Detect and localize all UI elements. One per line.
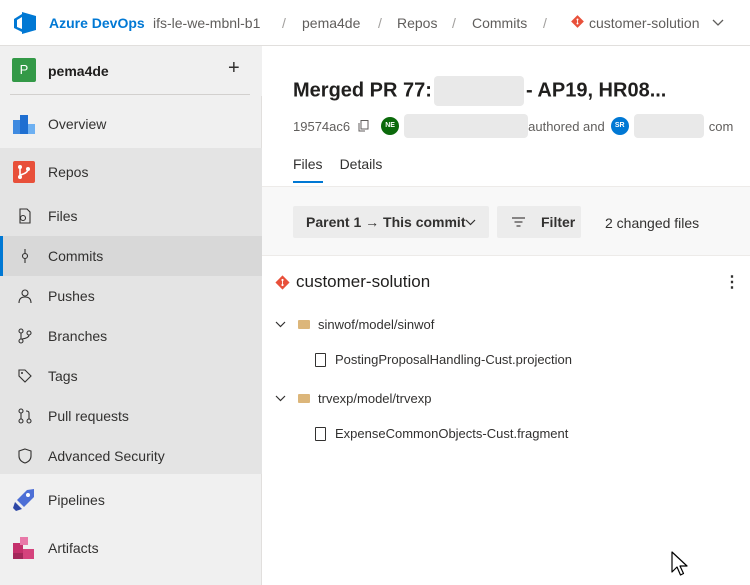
redacted-block <box>633 114 704 138</box>
breadcrumb-repos[interactable]: Repos <box>397 15 437 31</box>
file-name: ExpenseCommonObjects-Cust.fragment <box>335 426 569 441</box>
chevron-down-icon[interactable] <box>712 16 724 28</box>
sidebar-item-label: Pushes <box>48 288 95 304</box>
breadcrumb-separator: / <box>452 15 456 31</box>
author-avatar[interactable]: NE <box>381 117 400 135</box>
mouse-cursor-icon <box>671 551 688 576</box>
trailing-text: com <box>708 118 734 134</box>
page-title: Merged PR 77: - AP19, HR08... <box>293 76 666 106</box>
sidebar-item-files[interactable]: Files <box>0 196 262 236</box>
compare-label: Parent 1 → This commit <box>306 214 466 230</box>
sidebar-item-pull-requests[interactable]: Pull requests <box>0 396 262 436</box>
sidebar-item-label: Artifacts <box>48 540 99 556</box>
filter-label: Filter <box>541 214 576 230</box>
chevron-down-icon[interactable] <box>275 319 286 330</box>
file-icon <box>315 426 326 441</box>
redacted-block <box>433 76 524 106</box>
more-options-icon[interactable]: ⋮ <box>724 272 740 292</box>
breadcrumb-commits[interactable]: Commits <box>472 15 527 31</box>
top-bar: Azure DevOps ifs-le-we-mbnl-b1 / pema4de… <box>0 0 750 46</box>
breadcrumb-project[interactable]: pema4de <box>302 15 360 31</box>
pushes-icon <box>18 289 32 304</box>
filter-button[interactable]: Filter <box>497 206 581 238</box>
title-suffix: - AP19, HR08... <box>525 79 667 102</box>
file-row[interactable]: ExpenseCommonObjects-Cust.fragment <box>315 426 568 441</box>
folder-path: trvexp/model/trvexp <box>318 391 432 406</box>
tab-details[interactable]: Details <box>340 156 383 183</box>
repos-icon <box>13 161 35 183</box>
sidebar-item-label: Tags <box>48 368 78 384</box>
redacted-block <box>404 114 529 138</box>
sidebar-item-repos[interactable]: Repos <box>0 152 262 192</box>
project-name[interactable]: pema4de <box>48 63 109 79</box>
file-row[interactable]: PostingProposalHandling-Cust.projection <box>315 352 572 367</box>
pipelines-icon <box>13 489 34 511</box>
sidebar-item-label: Pipelines <box>48 492 105 508</box>
breadcrumb-separator: / <box>543 15 547 31</box>
sidebar: P pema4de + Overview Repos Files Commits… <box>0 46 262 585</box>
branches-icon <box>18 328 32 344</box>
file-name: PostingProposalHandling-Cust.projection <box>335 352 573 367</box>
folder-row[interactable]: sinwof/model/sinwof <box>275 317 434 332</box>
folder-icon <box>298 394 310 403</box>
sidebar-item-pushes[interactable]: Pushes <box>0 276 262 316</box>
azure-devops-logo-icon[interactable] <box>13 12 37 34</box>
brand-link[interactable]: Azure DevOps <box>49 15 145 31</box>
sidebar-item-label: Branches <box>48 328 108 344</box>
compare-dropdown[interactable]: Parent 1 → This commit <box>293 206 489 238</box>
git-repo-icon <box>275 274 290 290</box>
committer-avatar[interactable]: SR <box>610 117 629 135</box>
file-icon <box>315 352 326 367</box>
artifacts-icon <box>13 537 34 559</box>
main-content: Merged PR 77: - AP19, HR08... 19574ac6 NE… <box>262 46 750 585</box>
sidebar-item-label: Pull requests <box>48 408 129 424</box>
breadcrumb-separator: / <box>378 15 382 31</box>
add-icon[interactable]: + <box>228 58 240 78</box>
sidebar-item-tags[interactable]: Tags <box>0 356 262 396</box>
breadcrumb-separator: / <box>282 15 286 31</box>
sidebar-item-branches[interactable]: Branches <box>0 316 262 356</box>
folder-icon <box>298 320 310 329</box>
project-header[interactable]: P pema4de + <box>0 46 262 96</box>
tags-icon <box>18 369 32 383</box>
sidebar-item-advanced-security[interactable]: Advanced Security <box>0 436 262 476</box>
chevron-down-icon <box>465 219 476 226</box>
commit-meta: 19574ac6 NE authored and SR com <box>293 114 733 138</box>
pull-requests-icon <box>18 408 32 424</box>
filter-icon <box>512 217 525 227</box>
breadcrumb-organization[interactable]: ifs-le-we-mbnl-b1 <box>153 15 260 31</box>
divider <box>10 94 250 95</box>
copy-icon[interactable] <box>358 120 369 132</box>
repos-section: Repos Files Commits Pushes Branches Tags… <box>0 148 262 474</box>
sidebar-item-label: Repos <box>48 164 89 180</box>
sidebar-item-label: Advanced Security <box>48 448 165 464</box>
folder-row[interactable]: trvexp/model/trvexp <box>275 391 431 406</box>
repository-name[interactable]: customer-solution <box>296 272 430 292</box>
tab-bar: Files Details <box>293 156 399 183</box>
toolbar: Parent 1 → This commit Filter 2 changed … <box>262 186 750 256</box>
sidebar-item-label: Overview <box>48 116 107 132</box>
commit-id: 19574ac6 <box>293 118 351 134</box>
overview-icon <box>13 115 35 134</box>
sidebar-item-label: Commits <box>48 248 104 264</box>
commits-icon <box>21 249 29 263</box>
project-avatar: P <box>12 58 36 82</box>
sidebar-item-overview[interactable]: Overview <box>0 104 262 144</box>
tab-files[interactable]: Files <box>293 156 323 183</box>
shield-icon <box>18 448 32 464</box>
sidebar-item-label: Files <box>48 208 78 224</box>
title-prefix: Merged PR 77: <box>293 79 432 102</box>
files-icon <box>19 208 31 224</box>
changed-files-count: 2 changed files <box>605 215 700 231</box>
repository-header: customer-solution <box>275 272 430 292</box>
chevron-down-icon[interactable] <box>275 393 286 404</box>
breadcrumb-repository[interactable]: customer-solution <box>589 15 700 31</box>
sidebar-item-commits[interactable]: Commits <box>0 236 262 276</box>
sidebar-item-pipelines[interactable]: Pipelines <box>0 480 262 520</box>
folder-path: sinwof/model/sinwof <box>318 317 435 332</box>
authored-text: authored and <box>528 118 605 134</box>
sidebar-item-artifacts[interactable]: Artifacts <box>0 528 262 568</box>
git-repo-icon <box>571 15 584 28</box>
